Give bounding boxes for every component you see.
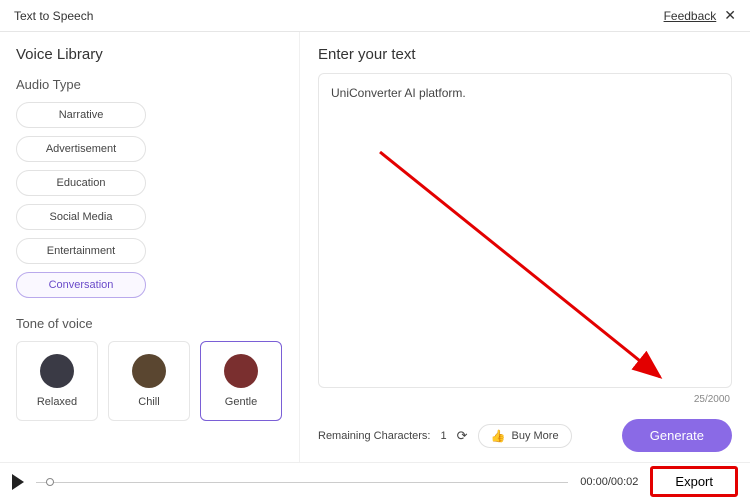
chip-advertisement[interactable]: Advertisement xyxy=(16,136,146,162)
tone-label-relaxed: Relaxed xyxy=(37,396,77,408)
remaining-count: 1 xyxy=(441,430,447,442)
app-title: Text to Speech xyxy=(14,9,93,23)
chip-social-media[interactable]: Social Media xyxy=(16,204,146,230)
close-icon[interactable]: ✕ xyxy=(724,7,736,24)
enter-text-heading: Enter your text xyxy=(318,46,732,63)
chip-conversation[interactable]: Conversation xyxy=(16,272,146,298)
thumb-up-icon: 👍 xyxy=(491,429,506,443)
buy-more-button[interactable]: 👍 Buy More xyxy=(478,424,572,448)
remaining-label: Remaining Characters: xyxy=(318,430,431,442)
text-input[interactable] xyxy=(318,73,732,388)
tone-relaxed[interactable]: Relaxed xyxy=(16,341,98,421)
generate-button[interactable]: Generate xyxy=(622,419,732,452)
chip-education[interactable]: Education xyxy=(16,170,146,196)
audio-type-heading: Audio Type xyxy=(16,77,283,92)
chip-narrative[interactable]: Narrative xyxy=(16,102,146,128)
avatar-gentle xyxy=(224,354,258,388)
avatar-relaxed xyxy=(40,354,74,388)
buy-more-label: Buy More xyxy=(511,430,558,442)
tone-label-chill: Chill xyxy=(138,396,159,408)
seek-slider[interactable] xyxy=(36,480,568,484)
tone-heading: Tone of voice xyxy=(16,316,283,331)
avatar-chill xyxy=(132,354,166,388)
audio-type-group: Narrative Advertisement Education Social… xyxy=(16,102,283,298)
export-button[interactable]: Export xyxy=(650,466,738,497)
tone-gentle[interactable]: Gentle xyxy=(200,341,282,421)
char-counter: 25/2000 xyxy=(318,394,730,405)
tone-grid: Relaxed Chill Gentle xyxy=(16,341,283,421)
chip-entertainment[interactable]: Entertainment xyxy=(16,238,146,264)
timecode: 00:00/00:02 xyxy=(580,476,638,488)
play-button[interactable] xyxy=(12,474,24,490)
refresh-icon[interactable]: ⟳ xyxy=(457,428,468,444)
seek-knob[interactable] xyxy=(46,478,54,486)
tone-chill[interactable]: Chill xyxy=(108,341,190,421)
tone-label-gentle: Gentle xyxy=(225,396,257,408)
feedback-link[interactable]: Feedback xyxy=(664,9,717,23)
voice-library-heading: Voice Library xyxy=(16,46,283,63)
